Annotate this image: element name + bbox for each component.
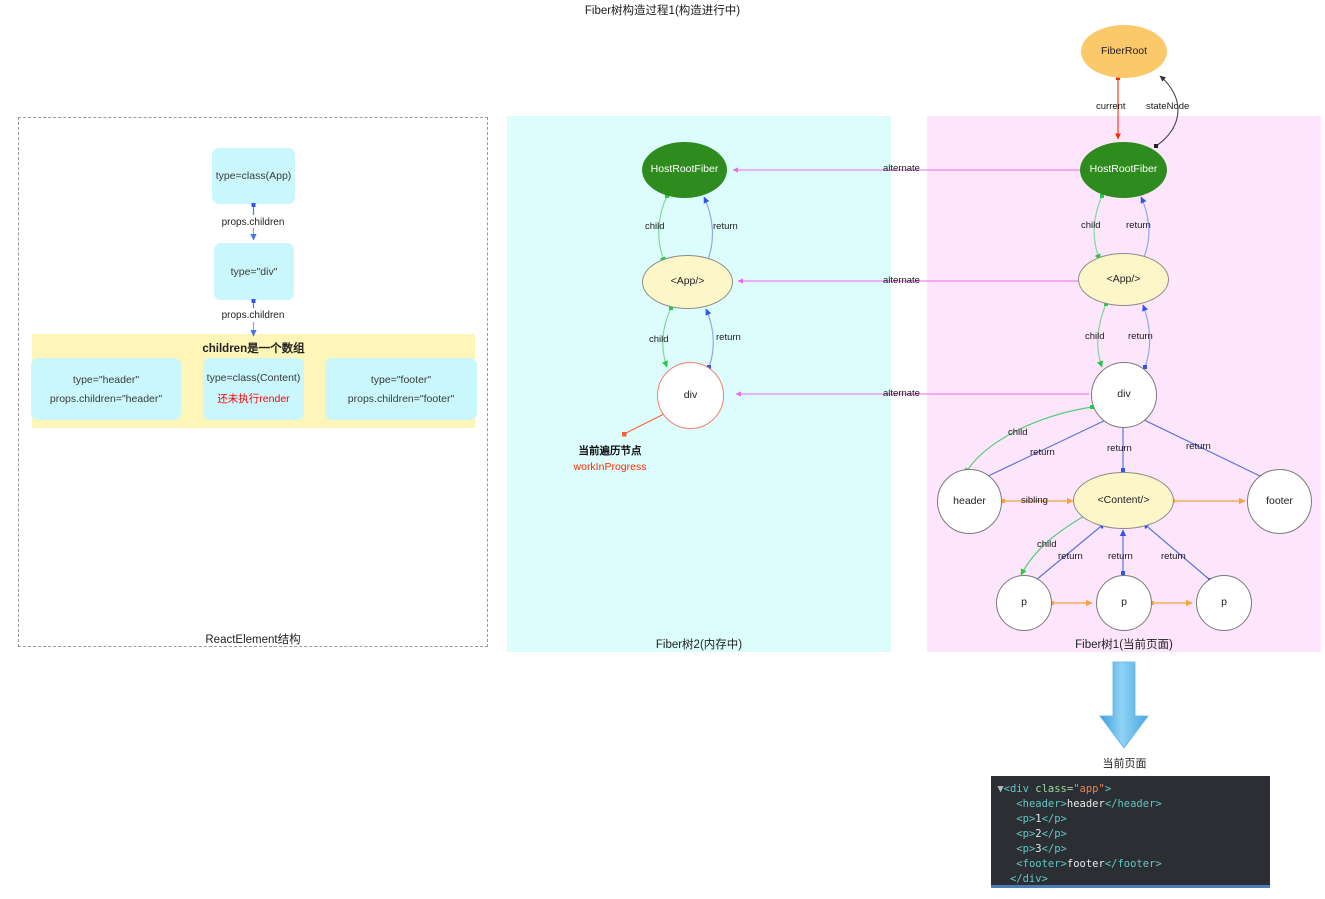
workinprogress-annotation-line2: workInProgress	[573, 461, 647, 474]
fiber1-node-app-label: <App/>	[1106, 272, 1141, 285]
fiber2-node-hostrootfiber-label: HostRootFiber	[650, 163, 719, 176]
react-element-child-content-note: 还未执行render	[217, 393, 290, 405]
fiber1-node-p2[interactable]: p	[1096, 575, 1152, 631]
react-element-child-header-type: type="header"	[72, 373, 140, 386]
fiber1-node-p3-label: p	[1221, 596, 1227, 609]
fiber1-edge-label-return-6: return	[1058, 551, 1083, 562]
fiber1-node-div-label: div	[1117, 388, 1131, 401]
dom-code-line: <p>1</p>	[1016, 813, 1067, 825]
dom-code-line: <header>header</header>	[1016, 798, 1162, 810]
fiber1-edge-label-child-4: child	[1037, 539, 1057, 550]
react-element-child-header: type="header" props.children="header"	[31, 358, 181, 420]
react-element-child-header-props: props.children="header"	[49, 392, 163, 405]
dom-code-line: <p>2</p>	[1016, 828, 1067, 840]
fiber1-node-p2-label: p	[1121, 596, 1127, 609]
alternate-label-bottom: alternate	[883, 388, 920, 399]
alternate-label-top: alternate	[883, 163, 920, 174]
fiber2-node-hostrootfiber[interactable]: HostRootFiber	[642, 142, 727, 198]
fiber1-node-content-label: <Content/>	[1097, 493, 1150, 506]
fiberroot-edge-label-statenode: stateNode	[1146, 101, 1190, 112]
fiber1-edge-label-return-8: return	[1161, 551, 1186, 562]
fiber1-node-header[interactable]: header	[937, 469, 1002, 534]
fiberroot-edge-label-current: current	[1096, 101, 1126, 112]
fiber2-node-div-label: div	[683, 388, 698, 401]
fiber1-edge-label-sibling-1: sibling	[1021, 495, 1048, 506]
react-element-node-div: type="div"	[214, 243, 294, 300]
fiber1-edge-label-return-2: return	[1128, 331, 1153, 342]
page-title: Fiber树构造过程1(构造进行中)	[584, 5, 741, 17]
fiber2-edge-label-return-1: return	[713, 221, 738, 232]
workinprogress-annotation: 当前遍历节点 workInProgress	[510, 443, 710, 476]
current-page-arrow	[1099, 661, 1149, 749]
fiber1-panel-caption: Fiber树1(当前页面)	[1075, 639, 1173, 651]
dom-code-block: ▼<div class="app"> <header>header</heade…	[991, 776, 1270, 888]
fiber1-edge-label-child-2: child	[1085, 331, 1105, 342]
fiber1-node-p3[interactable]: p	[1196, 575, 1252, 631]
code-block-underline	[991, 885, 1270, 888]
fiber1-edge-label-return-4: return	[1107, 443, 1132, 454]
fiber1-node-header-label: header	[953, 494, 986, 507]
workinprogress-annotation-line1: 当前遍历节点	[578, 445, 642, 457]
fiber1-node-p1-label: p	[1021, 596, 1027, 609]
dom-code-line: <p>3</p>	[1016, 843, 1067, 855]
edge-label-props-children-2: props.children	[221, 310, 285, 321]
current-page-label: 当前页面	[1102, 758, 1147, 770]
fiber1-node-hostrootfiber[interactable]: HostRootFiber	[1080, 142, 1167, 198]
fiber1-node-fiberroot-label: FiberRoot	[1100, 44, 1148, 57]
fiber1-node-hostrootfiber-label: HostRootFiber	[1089, 163, 1158, 176]
children-array-title: children是一个数组	[202, 343, 305, 355]
react-element-child-footer-props: props.children="footer"	[347, 392, 455, 405]
alternate-label-mid: alternate	[883, 275, 920, 286]
dom-code-line: <footer>footer</footer>	[1016, 858, 1162, 870]
fiber1-edge-label-child-3: child	[1008, 427, 1028, 438]
fiber2-panel-caption: Fiber树2(内存中)	[655, 639, 743, 651]
edge-label-props-children-1: props.children	[221, 217, 285, 228]
code-disclosure-caret-icon[interactable]: ▼	[991, 783, 1003, 795]
fiber1-node-fiberroot[interactable]: FiberRoot	[1081, 25, 1167, 78]
dom-code-line: ▼<div class="app">	[991, 783, 1112, 795]
fiber1-node-footer[interactable]: footer	[1247, 469, 1312, 534]
react-element-panel-caption: ReactElement结构	[205, 634, 301, 646]
fiber2-node-app[interactable]: <App/>	[642, 255, 733, 309]
diagram-canvas: Fiber树构造过程1(构造进行中) type=class(App) props…	[0, 0, 1325, 899]
fiber1-node-content[interactable]: <Content/>	[1073, 472, 1174, 529]
fiber1-edge-label-return-7: return	[1108, 551, 1133, 562]
react-element-child-content: type=class(Content) 还未执行render	[203, 358, 304, 420]
react-element-child-footer: type="footer" props.children="footer"	[325, 358, 477, 420]
fiber1-node-app[interactable]: <App/>	[1078, 253, 1169, 306]
fiber2-node-div[interactable]: div	[657, 362, 724, 429]
fiber1-edge-label-child-1: child	[1081, 220, 1101, 231]
react-element-node-app: type=class(App)	[212, 148, 295, 204]
react-element-node-app-label: type=class(App)	[215, 170, 292, 182]
fiber1-node-div[interactable]: div	[1091, 362, 1157, 428]
fiber1-edge-label-return-5: return	[1186, 441, 1211, 452]
react-element-child-footer-type: type="footer"	[370, 373, 432, 386]
fiber1-edge-label-return-3: return	[1030, 447, 1055, 458]
fiber1-edge-label-return-1: return	[1126, 220, 1151, 231]
react-element-node-div-label: type="div"	[230, 265, 278, 278]
dom-code-lines: ▼<div class="app"> <header>header</heade…	[991, 782, 1270, 887]
fiber2-edge-label-return-2: return	[716, 332, 741, 343]
fiber2-edge-label-child-1: child	[645, 221, 665, 232]
fiber1-node-footer-label: footer	[1266, 494, 1293, 507]
react-element-child-content-type: type=class(Content)	[206, 372, 301, 384]
fiber2-edge-label-child-2: child	[649, 334, 669, 345]
fiber2-node-app-label: <App/>	[670, 275, 705, 288]
fiber1-node-p1[interactable]: p	[996, 575, 1052, 631]
